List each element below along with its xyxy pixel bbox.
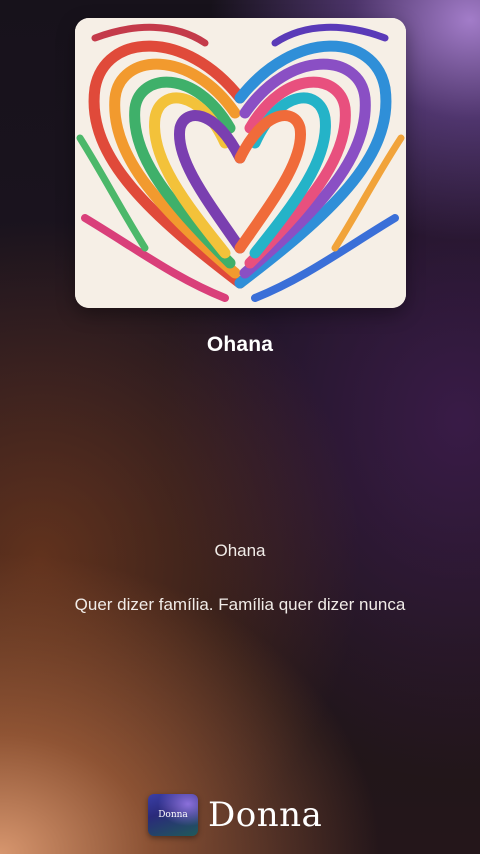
lyric-line: Ohana — [214, 541, 266, 560]
brand-name: Donna — [208, 795, 323, 835]
lyric-line: Quer dizer família. Família quer dizer n… — [74, 595, 406, 614]
brand-logo-text: Donna — [158, 810, 188, 820]
brand-logo-icon: Donna — [148, 794, 198, 836]
album-cover[interactable] — [75, 18, 406, 308]
player-screen: Ohana Ohana Quer dizer família. Família … — [0, 0, 480, 854]
song-title: Ohana — [206, 333, 274, 356]
heart-artwork-image — [75, 18, 406, 308]
brand-watermark: Donna Donna — [148, 793, 322, 837]
